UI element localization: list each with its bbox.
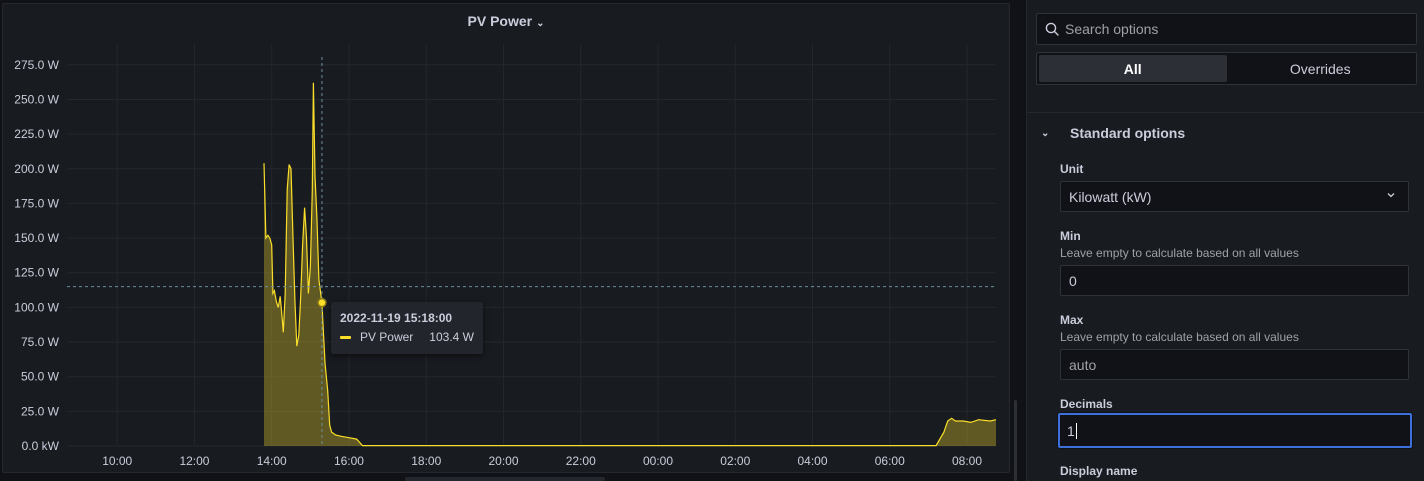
unit-select[interactable]: Kilowatt (kW) (1060, 181, 1409, 212)
x-tick-label: 04:00 (798, 454, 828, 468)
x-tick-label: 10:00 (102, 454, 132, 468)
y-tick-label: 25.0 W (21, 404, 60, 418)
x-tick-label: 20:00 (488, 454, 518, 468)
tooltip-row: PV Power 103.4 W (340, 330, 474, 344)
tooltip-value: 103.4 W (429, 330, 474, 344)
pane-splitter-handle[interactable] (1014, 400, 1017, 481)
max-label: Max (1060, 313, 1084, 327)
chevron-down-icon: ⌄ (1041, 127, 1050, 139)
text-caret (1075, 422, 1077, 439)
x-tick-label: 06:00 (875, 454, 905, 468)
options-pane: All Overrides ⌄ Standard options Unit Ki… (1026, 0, 1424, 481)
series-line-pv-power (263, 82, 997, 447)
decimals-input-value: 1 (1067, 422, 1075, 439)
x-tick-label: 12:00 (179, 454, 209, 468)
x-tick-label: 14:00 (257, 454, 287, 468)
y-tick-label: 200.0 W (14, 162, 59, 176)
series-swatch (340, 335, 351, 339)
unit-label: Unit (1060, 162, 1084, 176)
chevron-down-icon (1387, 193, 1395, 198)
x-tick-label: 16:00 (334, 454, 364, 468)
y-tick-label: 150.0 W (14, 231, 59, 245)
max-input[interactable]: auto (1060, 349, 1409, 380)
y-tick-label: 225.0 W (14, 127, 59, 141)
min-label: Min (1060, 229, 1081, 243)
search-icon (1045, 22, 1059, 36)
max-input-placeholder: auto (1069, 356, 1097, 373)
x-tick-label: 22:00 (566, 454, 596, 468)
x-tick-label: 18:00 (411, 454, 441, 468)
panel-title: PV Power (467, 13, 533, 29)
unit-select-value: Kilowatt (kW) (1069, 188, 1152, 205)
horizontal-scrollbar[interactable] (405, 477, 605, 481)
section-standard-options[interactable]: ⌄ Standard options (1041, 124, 1185, 142)
divider (1027, 112, 1424, 113)
display-name-label: Display name (1060, 464, 1138, 478)
y-tick-label: 125.0 W (14, 266, 59, 280)
min-input-value: 0 (1069, 272, 1077, 289)
x-tick-label: 02:00 (720, 454, 750, 468)
min-input[interactable]: 0 (1060, 265, 1409, 296)
tooltip: 2022-11-19 15:18:00 PV Power 103.4 W (331, 302, 483, 354)
min-description: Leave empty to calculate based on all va… (1060, 246, 1299, 260)
chart-area[interactable]: 0.0 kW 25.0 W 50.0 W 75.0 W 100.0 W 125.0 W 15… (3, 4, 1011, 474)
y-tick-label: 50.0 W (21, 370, 60, 384)
y-tick-label: 0.0 kW (22, 439, 60, 453)
app: 0.0 kW 25.0 W 50.0 W 75.0 W 100.0 W 125.0 W 15… (0, 0, 1424, 481)
decimals-input[interactable]: 1 (1058, 413, 1412, 448)
y-tick-label: 175.0 W (14, 196, 59, 210)
section-title: Standard options (1070, 125, 1186, 141)
max-description: Leave empty to calculate based on all va… (1060, 330, 1299, 344)
tab-all[interactable]: All (1039, 55, 1227, 82)
hover-point (317, 297, 327, 308)
series-area-pv-power (264, 82, 996, 447)
options-tabs: All Overrides (1036, 52, 1417, 85)
y-tick-label: 275.0 W (14, 58, 59, 72)
tab-overrides[interactable]: Overrides (1227, 55, 1415, 82)
search-input[interactable] (1065, 14, 1405, 44)
tooltip-series-name: PV Power (359, 330, 414, 344)
decimals-label: Decimals (1060, 397, 1113, 411)
x-tick-label: 08:00 (952, 454, 982, 468)
y-tick-label: 100.0 W (14, 300, 59, 314)
panel: 0.0 kW 25.0 W 50.0 W 75.0 W 100.0 W 125.0 W 15… (2, 3, 1010, 473)
chevron-down-icon: ⌄ (536, 18, 545, 29)
search-box (1036, 13, 1417, 45)
tooltip-time: 2022-11-19 15:18:00 (340, 311, 453, 325)
y-tick-label: 250.0 W (14, 92, 59, 106)
y-tick-label: 75.0 W (21, 335, 60, 349)
panel-title-menu[interactable]: PV Power ⌄ (3, 13, 1009, 29)
x-tick-label: 00:00 (643, 454, 673, 468)
